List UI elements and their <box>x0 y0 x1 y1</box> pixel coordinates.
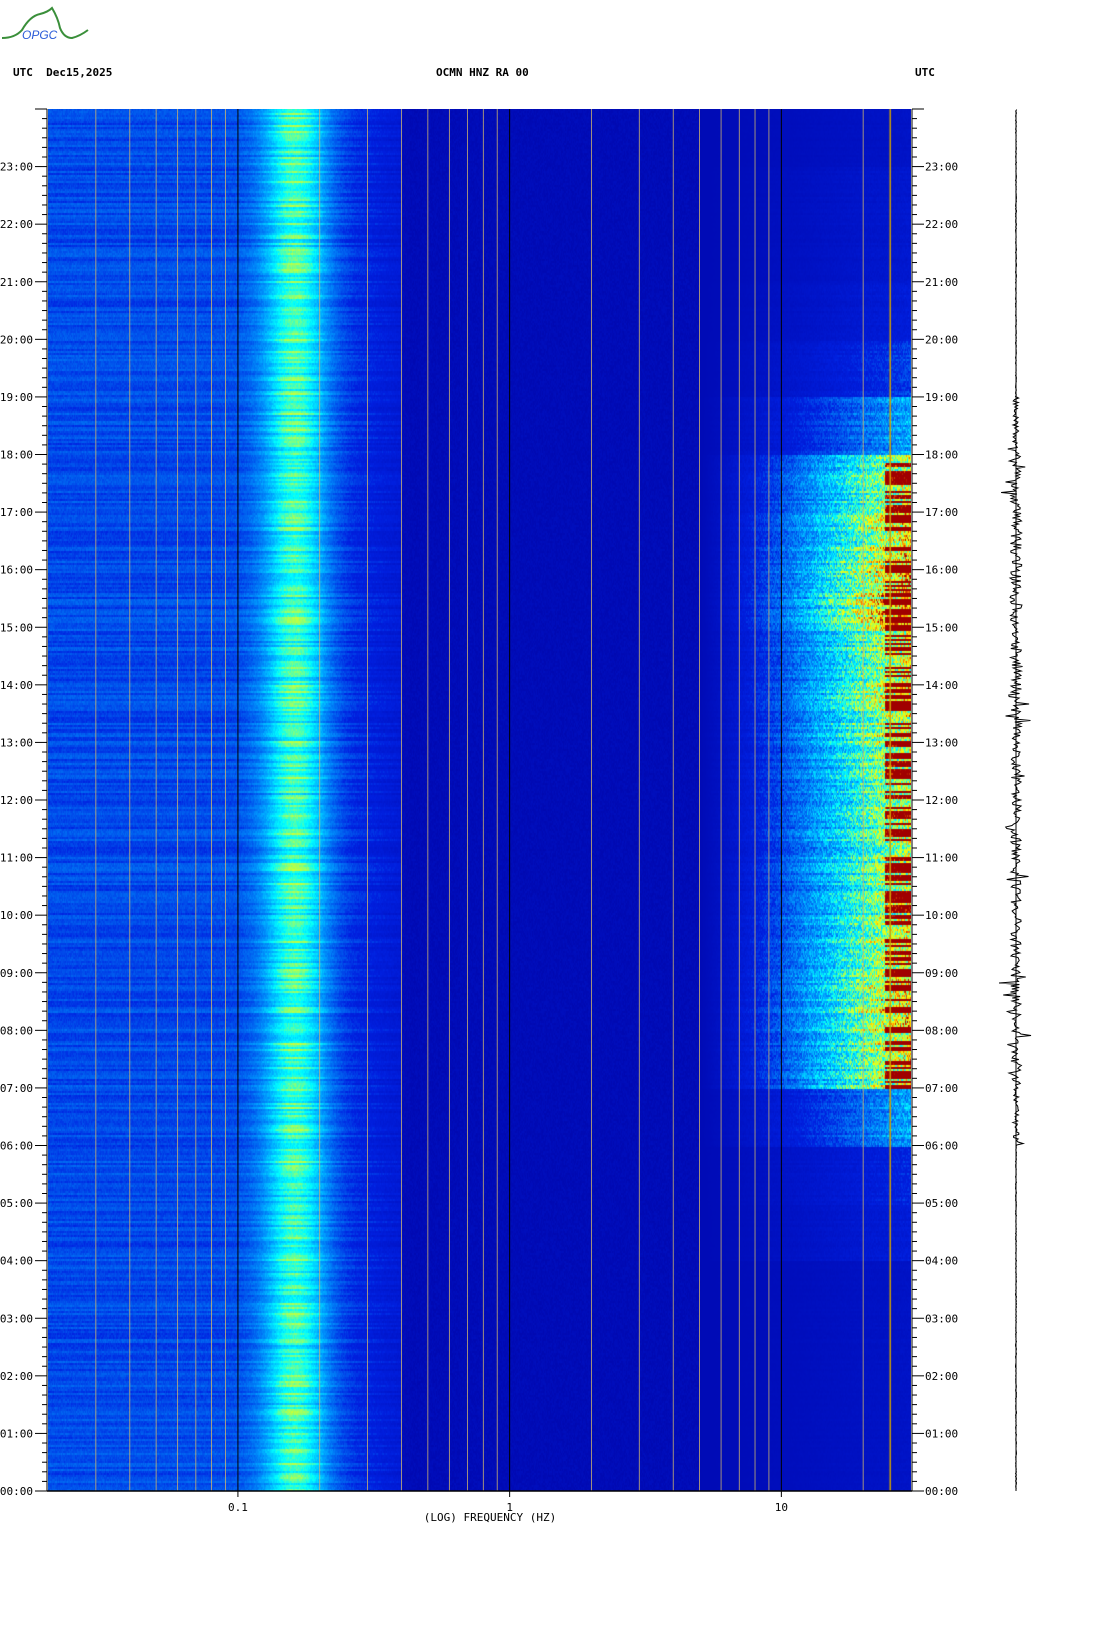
time-label: 21:00 <box>0 276 33 289</box>
time-label: 15:00 <box>925 621 958 634</box>
time-label: 20:00 <box>0 333 33 346</box>
time-label: 06:00 <box>925 1140 958 1153</box>
time-label: 21:00 <box>925 276 958 289</box>
time-label: 23:00 <box>0 161 33 174</box>
time-label: 19:00 <box>925 391 958 404</box>
x-tick-label: 10 <box>775 1501 788 1514</box>
time-label: 02:00 <box>0 1370 33 1383</box>
seismogram-trace <box>998 109 1032 1491</box>
time-label: 04:00 <box>925 1255 958 1268</box>
time-label: 14:00 <box>0 679 33 692</box>
time-label: 08:00 <box>925 1024 958 1037</box>
time-label: 15:00 <box>0 621 33 634</box>
time-label: 05:00 <box>925 1197 958 1210</box>
time-label: 04:00 <box>0 1255 33 1268</box>
time-label: 12:00 <box>925 794 958 807</box>
time-label: 12:00 <box>0 794 33 807</box>
time-label: 10:00 <box>925 909 958 922</box>
time-label: 18:00 <box>0 449 33 462</box>
time-label: 03:00 <box>0 1312 33 1325</box>
x-axis-label: (LOG) FREQUENCY (HZ) <box>424 1511 556 1524</box>
time-label: 09:00 <box>925 967 958 980</box>
time-label: 07:00 <box>925 1082 958 1095</box>
time-label: 03:00 <box>925 1312 958 1325</box>
time-label: 16:00 <box>925 564 958 577</box>
left-time-labels: 00:00 01:00 02:00 03:00 04:00 05:00 06:00 07:00… <box>0 161 33 1498</box>
time-label: 19:00 <box>0 391 33 404</box>
time-label: 00:00 <box>925 1485 958 1498</box>
time-label: 13:00 <box>925 736 958 749</box>
time-label: 17:00 <box>0 506 33 519</box>
time-label: 07:00 <box>0 1082 33 1095</box>
time-label: 17:00 <box>925 506 958 519</box>
time-label: 13:00 <box>0 736 33 749</box>
time-label: 01:00 <box>925 1427 958 1440</box>
time-label: 18:00 <box>925 449 958 462</box>
frequency-gridlines <box>46 109 913 1492</box>
time-label: 22:00 <box>0 218 33 231</box>
time-label: 14:00 <box>925 679 958 692</box>
time-label: 23:00 <box>925 161 958 174</box>
time-label: 08:00 <box>0 1024 33 1037</box>
time-label: 09:00 <box>0 967 33 980</box>
time-label: 10:00 <box>0 909 33 922</box>
right-time-labels: 00:00 01:00 02:00 03:00 04:00 05:00 06:00 07:00… <box>925 161 958 1498</box>
time-label: 02:00 <box>925 1370 958 1383</box>
x-tick-label: 0.1 <box>228 1501 248 1514</box>
time-label: 22:00 <box>925 218 958 231</box>
time-ticks <box>35 108 924 1492</box>
time-label: 00:00 <box>0 1485 33 1498</box>
time-label: 11:00 <box>0 852 33 865</box>
time-label: 11:00 <box>925 852 958 865</box>
chart-axes: 00:00 01:00 02:00 03:00 04:00 05:00 06:00 07:00… <box>0 108 1032 1524</box>
time-label: 20:00 <box>925 333 958 346</box>
time-label: 06:00 <box>0 1140 33 1153</box>
time-label: 16:00 <box>0 564 33 577</box>
time-label: 01:00 <box>0 1427 33 1440</box>
time-label: 05:00 <box>0 1197 33 1210</box>
